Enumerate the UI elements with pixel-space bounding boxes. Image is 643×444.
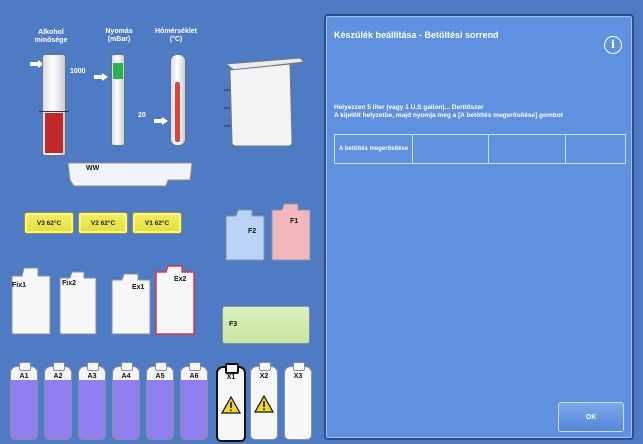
temperature-value: 20 bbox=[138, 112, 146, 119]
info-icon[interactable]: i bbox=[604, 36, 622, 54]
pressure-label: Nyomás (mBar) bbox=[105, 28, 133, 43]
alcohol-gauge bbox=[39, 54, 69, 156]
setup-panel: Készülék beállítása - Betöltési sorrend … bbox=[324, 14, 634, 440]
pressure-gauge bbox=[111, 54, 125, 146]
temperature-label: Hőmérséklet (°C) bbox=[154, 28, 198, 43]
warning-icon bbox=[220, 395, 242, 419]
bottle-x3[interactable]: X3 bbox=[284, 362, 312, 440]
bottle-a1[interactable]: A1 bbox=[10, 362, 38, 440]
pressure-gauge-fill bbox=[113, 63, 123, 79]
fix2-canister[interactable]: Fix2 bbox=[56, 268, 100, 341]
fix1-canister[interactable]: Fix1 bbox=[8, 264, 54, 341]
f2-canister[interactable]: F2 bbox=[222, 206, 268, 267]
panel-title: Készülék beállítása - Betöltési sorrend bbox=[334, 30, 499, 40]
bottle-a2[interactable]: A2 bbox=[44, 362, 72, 440]
f1-canister[interactable]: F1 bbox=[268, 200, 314, 267]
message-line-1: Helyezzen 5 liter (vagy 1 U.S gallon)...… bbox=[334, 104, 484, 111]
waste-label: WW bbox=[86, 165, 100, 172]
ok-button[interactable]: OK bbox=[558, 402, 624, 432]
ex2-label: Ex2 bbox=[174, 276, 187, 283]
warning-icon bbox=[253, 394, 275, 418]
message-line-2: A kijelölt helyzetbe, majd nyomja meg a … bbox=[334, 112, 563, 119]
temperature-arrow-icon bbox=[154, 112, 168, 125]
temperature-gauge-fill bbox=[175, 82, 180, 142]
heater-v3[interactable]: V3 62°C bbox=[24, 212, 74, 234]
loading-slots: A betöltés megerősítése bbox=[334, 134, 626, 164]
panel-message: Helyezzen 5 liter (vagy 1 U.S gallon)...… bbox=[334, 104, 563, 120]
loading-slot[interactable] bbox=[489, 135, 566, 163]
fix2-label: Fix2 bbox=[62, 280, 77, 287]
loading-slot[interactable] bbox=[566, 135, 625, 163]
fix1-label: Fix1 bbox=[12, 282, 27, 289]
bottle-a4[interactable]: A4 bbox=[112, 362, 140, 440]
confirm-loading-slot[interactable]: A betöltés megerősítése bbox=[335, 135, 414, 163]
ex1-canister[interactable]: Ex1 bbox=[108, 270, 154, 341]
heater-v1[interactable]: V1 62°C bbox=[132, 212, 182, 234]
bottle-a5[interactable]: A5 bbox=[146, 362, 174, 440]
f3-tray[interactable]: F3 bbox=[222, 306, 310, 344]
bottle-a3[interactable]: A3 bbox=[78, 362, 106, 440]
heater-v2[interactable]: V2 62°C bbox=[78, 212, 128, 234]
loading-slot[interactable] bbox=[413, 135, 490, 163]
pressure-value: 1000 bbox=[70, 68, 86, 75]
f1-label: F1 bbox=[290, 218, 299, 225]
f3-label: F3 bbox=[229, 321, 238, 328]
bottle-x1[interactable]: X1 bbox=[216, 363, 246, 442]
alcohol-quality-label: Alkohol minősége bbox=[34, 29, 68, 44]
alcohol-gauge-fill bbox=[45, 113, 63, 153]
ex1-label: Ex1 bbox=[132, 284, 145, 291]
bottle-x2[interactable]: X2 bbox=[250, 362, 278, 440]
f2-label: F2 bbox=[248, 228, 257, 235]
pressure-arrow-icon bbox=[94, 68, 108, 81]
paraffin-bath-icon bbox=[220, 50, 306, 155]
bottle-a6[interactable]: A6 bbox=[180, 362, 208, 440]
ex2-canister[interactable]: Ex2 bbox=[152, 262, 198, 341]
temperature-gauge bbox=[170, 54, 186, 146]
